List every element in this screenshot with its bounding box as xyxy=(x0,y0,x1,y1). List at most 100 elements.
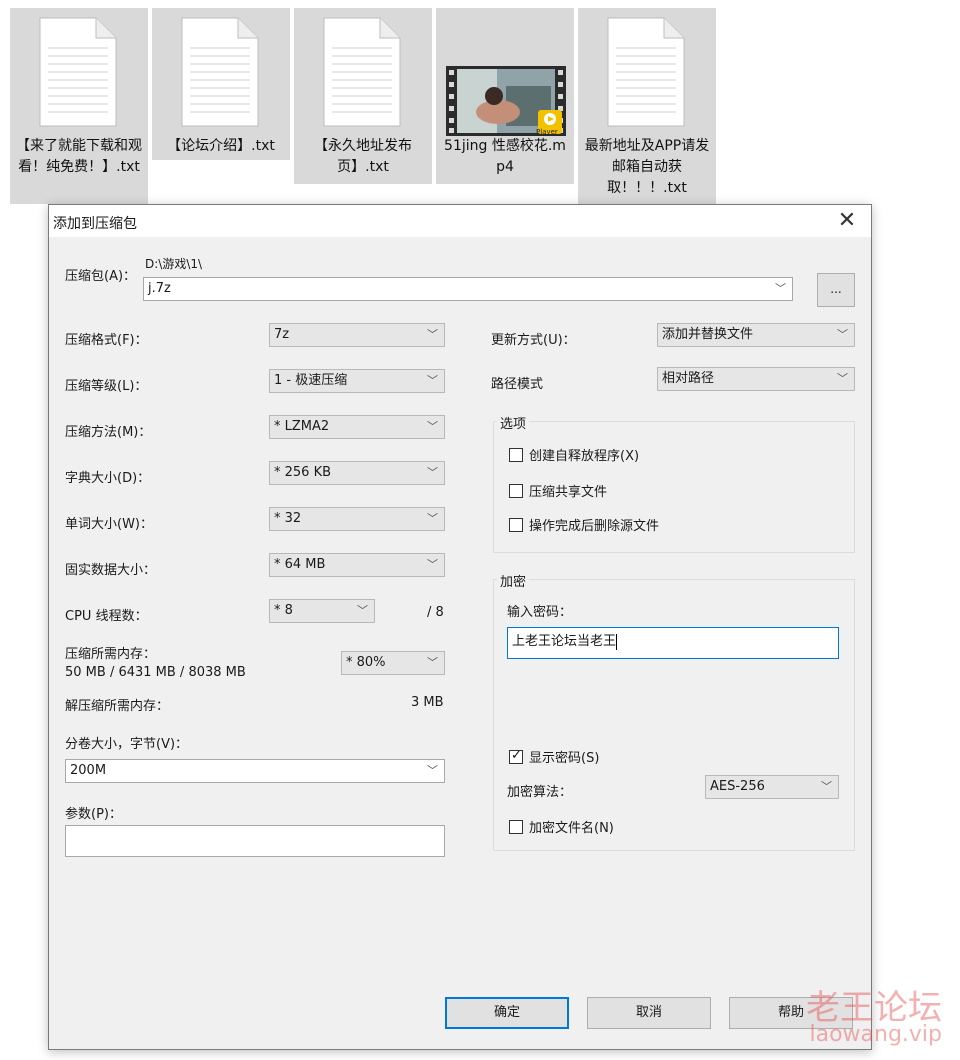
title-bar: 添加到压缩包 ✕ xyxy=(49,205,871,237)
shared-checkbox[interactable]: 压缩共享文件 xyxy=(509,481,607,500)
show-password-label: 显示密码(S) xyxy=(529,751,600,766)
chevron-down-icon: ﹀ xyxy=(427,420,438,433)
video-thumbnail-icon xyxy=(446,66,566,136)
update-label: 更新方式(U)： xyxy=(491,333,576,348)
chevron-down-icon: ﹀ xyxy=(427,656,438,669)
encrypt-names-label: 加密文件名(N) xyxy=(529,821,614,836)
close-icon[interactable]: ✕ xyxy=(833,207,861,235)
chevron-down-icon: ﹀ xyxy=(357,604,368,617)
text-caret xyxy=(616,633,618,650)
chevron-down-icon: ﹀ xyxy=(427,374,438,387)
word-select[interactable]: * 32 ﹀ xyxy=(269,507,445,531)
file-video[interactable]: Player 51jing 性感校花.mp4 xyxy=(436,8,574,184)
chevron-down-icon: ﹀ xyxy=(427,328,438,341)
file-txt-3[interactable]: 【永久地址发布页】.txt xyxy=(294,8,432,184)
decomp-label: 解压缩所需内存： xyxy=(65,699,170,714)
encrypt-names-checkbox[interactable]: 加密文件名(N) xyxy=(509,817,614,836)
volume-value: 200M xyxy=(70,763,107,778)
volume-combo[interactable]: 200M ﹀ xyxy=(65,759,445,783)
dialog-title: 添加到压缩包 xyxy=(53,216,137,232)
memory-value: * 80% xyxy=(346,655,386,670)
file-txt-2[interactable]: 【论坛介绍】.txt xyxy=(152,8,290,160)
checkbox-box xyxy=(509,517,523,532)
params-label: 参数(P)： xyxy=(65,807,122,822)
memory-detail: 50 MB / 6431 MB / 8038 MB xyxy=(65,665,246,680)
browse-button[interactable]: ... xyxy=(817,273,855,307)
watermark-url: laowang.vip xyxy=(809,1022,942,1047)
format-value: 7z xyxy=(274,327,290,342)
text-file-icon xyxy=(607,17,685,127)
text-file-icon xyxy=(181,17,259,127)
file-name: 最新地址及APP请发邮箱自动获取！！！.txt xyxy=(584,138,710,196)
memory-select[interactable]: * 80% ﹀ xyxy=(341,651,445,675)
cancel-button[interactable]: 取消 xyxy=(587,997,711,1029)
chevron-down-icon: ﹀ xyxy=(427,512,438,525)
level-value: 1 - 极速压缩 xyxy=(274,373,348,388)
checkbox-box xyxy=(509,483,523,498)
password-input[interactable]: 上老王论坛当老王 xyxy=(507,627,839,659)
chevron-down-icon: ﹀ xyxy=(821,780,832,793)
archive-name-combo[interactable]: j.7z ﹀ xyxy=(143,277,793,301)
password-value: 上老王论坛当老王 xyxy=(512,634,617,649)
show-password-checkbox[interactable]: 显示密码(S) xyxy=(509,747,599,766)
method-label: 压缩方法(M)： xyxy=(65,425,152,440)
file-name: 51jing 性感校花.mp4 xyxy=(444,138,566,175)
memory-label: 压缩所需内存： xyxy=(65,647,157,662)
password-label: 输入密码： xyxy=(507,605,573,620)
params-input[interactable] xyxy=(65,825,445,857)
algo-value: AES-256 xyxy=(710,779,765,794)
pathmode-select[interactable]: 相对路径 ﹀ xyxy=(657,367,855,391)
archive-label: 压缩包(A)： xyxy=(65,269,137,284)
format-label: 压缩格式(F)： xyxy=(65,333,148,348)
dict-select[interactable]: * 256 KB ﹀ xyxy=(269,461,445,485)
chevron-down-icon: ﹀ xyxy=(427,558,438,571)
update-select[interactable]: 添加并替换文件 ﹀ xyxy=(657,323,855,347)
cpu-value: * 8 xyxy=(274,603,293,618)
decomp-value: 3 MB xyxy=(411,695,444,710)
checkbox-box-checked xyxy=(509,748,523,764)
chevron-down-icon: ﹀ xyxy=(775,282,786,295)
chevron-down-icon: ﹀ xyxy=(837,328,848,341)
file-name: 【论坛介绍】.txt xyxy=(167,138,275,154)
delete-label: 操作完成后删除源文件 xyxy=(529,519,660,534)
update-value: 添加并替换文件 xyxy=(662,327,754,342)
archive-name-value: j.7z xyxy=(148,281,171,296)
format-select[interactable]: 7z ﹀ xyxy=(269,323,445,347)
algo-label: 加密算法： xyxy=(507,785,573,800)
word-value: * 32 xyxy=(274,511,302,526)
text-file-icon xyxy=(323,17,401,127)
level-select[interactable]: 1 - 极速压缩 ﹀ xyxy=(269,369,445,393)
player-badge: Player xyxy=(536,128,558,136)
pathmode-label: 路径模式 xyxy=(491,377,544,392)
cpu-max: / 8 xyxy=(427,605,444,620)
file-txt-1[interactable]: 【来了就能下载和观看！纯免费！】.txt xyxy=(10,8,148,204)
algo-select[interactable]: AES-256 ﹀ xyxy=(705,775,839,799)
solid-label: 固实数据大小： xyxy=(65,563,157,578)
file-txt-4[interactable]: 最新地址及APP请发邮箱自动获取！！！.txt xyxy=(578,8,716,204)
method-value: * LZMA2 xyxy=(274,419,330,434)
cpu-select[interactable]: * 8 ﹀ xyxy=(269,599,375,623)
checkbox-box xyxy=(509,819,523,834)
dict-value: * 256 KB xyxy=(274,465,332,480)
sfx-checkbox[interactable]: 创建自释放程序(X) xyxy=(509,445,639,464)
add-to-archive-dialog: 添加到压缩包 ✕ 压缩包(A)： D:\游戏\1\ j.7z ﹀ ... 压缩格… xyxy=(48,204,872,1050)
shared-label: 压缩共享文件 xyxy=(529,485,608,500)
file-name: 【来了就能下载和观看！纯免费！】.txt xyxy=(16,138,142,175)
sfx-label: 创建自释放程序(X) xyxy=(529,449,640,464)
cpu-label: CPU 线程数： xyxy=(65,609,148,624)
dict-label: 字典大小(D)： xyxy=(65,471,151,486)
delete-source-checkbox[interactable]: 操作完成后删除源文件 xyxy=(509,515,659,534)
solid-value: * 64 MB xyxy=(274,557,326,572)
checkbox-box xyxy=(509,447,523,462)
solid-select[interactable]: * 64 MB ﹀ xyxy=(269,553,445,577)
chevron-down-icon: ﹀ xyxy=(427,466,438,479)
level-label: 压缩等级(L)： xyxy=(65,379,148,394)
chevron-down-icon: ﹀ xyxy=(427,764,438,777)
text-file-icon xyxy=(39,17,117,127)
volume-label: 分卷大小，字节(V)： xyxy=(65,737,189,752)
encryption-title: 加密 xyxy=(497,571,530,590)
word-label: 单词大小(W)： xyxy=(65,517,153,532)
method-select[interactable]: * LZMA2 ﹀ xyxy=(269,415,445,439)
file-name: 【永久地址发布页】.txt xyxy=(314,138,412,175)
ok-button[interactable]: 确定 xyxy=(445,997,569,1029)
